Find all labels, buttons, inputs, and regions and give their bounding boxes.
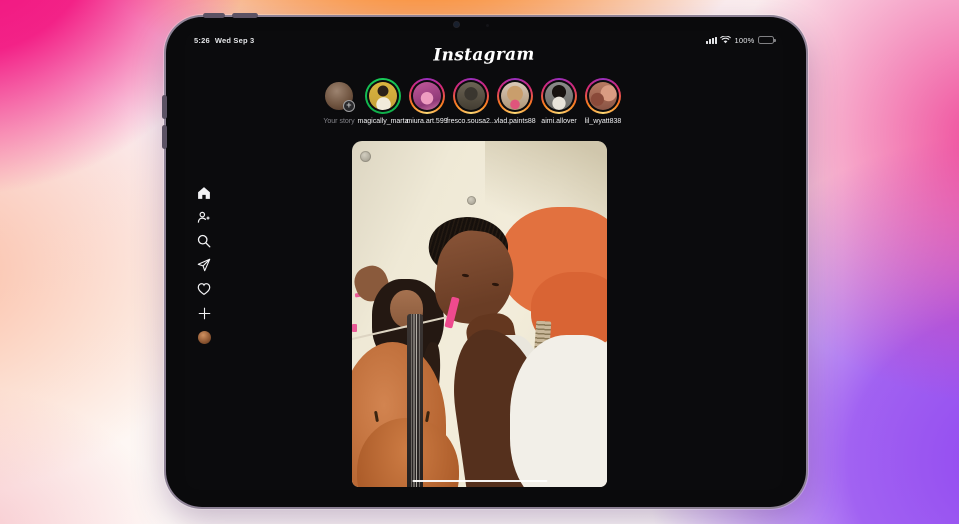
clock-label: 5:26 xyxy=(194,35,210,45)
sidebar-item-friends[interactable] xyxy=(197,210,211,224)
nav-sidebar xyxy=(190,186,218,344)
story-vlad-paints[interactable]: vlad.paints88 xyxy=(494,77,536,125)
add-story-badge[interactable]: + xyxy=(342,99,355,112)
microphone-dot-icon xyxy=(486,24,489,27)
date-label: Wed Sep 3 xyxy=(214,35,255,45)
search-icon xyxy=(197,234,211,248)
volume-up-button xyxy=(203,13,225,18)
story-lil-wyatt[interactable]: lil_wyatt838 xyxy=(583,77,623,125)
side-button xyxy=(162,125,167,149)
feed-photo[interactable] xyxy=(352,141,607,487)
story-miura-art[interactable]: miura.art.599 xyxy=(406,77,448,125)
story-magically-marta[interactable]: magically_marta xyxy=(358,77,408,125)
sidebar-item-profile[interactable] xyxy=(197,330,211,344)
story-username: lil_wyatt838 xyxy=(584,118,622,125)
story-username: aimi.allover xyxy=(541,118,577,125)
story-progress-bar xyxy=(411,479,548,482)
story-username: Your story xyxy=(323,118,355,125)
plus-icon xyxy=(198,307,210,319)
story-avatar xyxy=(368,81,398,111)
sidebar-item-home[interactable] xyxy=(197,186,211,200)
story-username: miura.art.599 xyxy=(406,118,448,125)
heart-icon xyxy=(197,283,211,295)
story-username: magically_marta xyxy=(357,118,409,125)
story-avatar xyxy=(456,81,486,111)
home-icon xyxy=(198,187,210,199)
story-username: fresco.sousa2... xyxy=(446,118,496,125)
story-fresco-sousa[interactable]: fresco.sousa2... xyxy=(446,77,496,125)
ipad-device: 5:26 Wed Sep 3 100% Instagram + Your sto… xyxy=(162,13,806,507)
volume-down-button xyxy=(232,13,258,18)
story-username: vlad.paints88 xyxy=(494,118,536,125)
story-avatar xyxy=(500,81,530,111)
story-aimi-allover[interactable]: aimi.allover xyxy=(539,77,579,125)
man-eye xyxy=(492,282,500,286)
status-left: 5:26 Wed Sep 3 xyxy=(194,36,254,45)
sticky-note xyxy=(352,324,357,333)
side-button xyxy=(162,95,167,119)
story-avatar xyxy=(412,81,442,111)
ceiling-detector xyxy=(466,196,476,206)
profile-avatar xyxy=(197,330,211,344)
sidebar-item-notifications[interactable] xyxy=(197,282,211,296)
messenger-icon xyxy=(197,258,211,272)
story-your-story[interactable]: + Your story xyxy=(319,77,359,125)
ceiling-detector xyxy=(359,151,371,163)
cello-strings xyxy=(410,314,420,487)
sidebar-item-create[interactable] xyxy=(197,306,211,320)
instagram-app-screen: 5:26 Wed Sep 3 100% Instagram + Your sto… xyxy=(185,31,783,490)
friends-icon xyxy=(197,211,211,223)
stories-tray: + Your story magically_marta miura.art.5 xyxy=(319,77,623,125)
instagram-logo[interactable]: Instagram xyxy=(185,42,783,67)
story-avatar xyxy=(544,81,574,111)
story-avatar xyxy=(588,81,618,111)
gradient-background: 5:26 Wed Sep 3 100% Instagram + Your sto… xyxy=(0,0,959,524)
front-camera-icon xyxy=(454,22,459,27)
your-story-avatar: + xyxy=(325,82,355,112)
sidebar-item-search[interactable] xyxy=(197,234,211,248)
sidebar-item-messages[interactable] xyxy=(197,258,211,272)
